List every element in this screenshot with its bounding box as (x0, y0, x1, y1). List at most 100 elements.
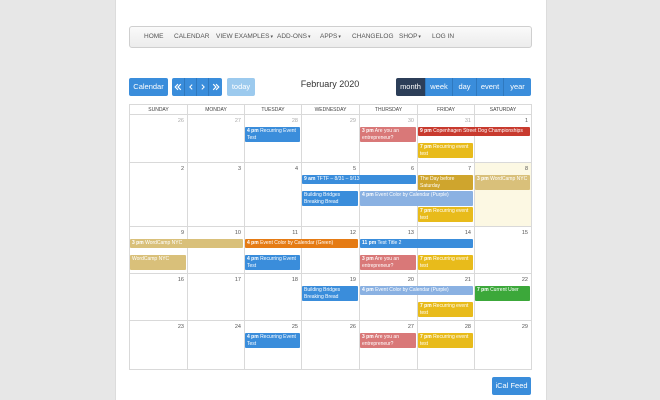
prev-month-button[interactable] (185, 78, 197, 96)
calendar-event[interactable]: 7 pm Recurring event test (418, 207, 473, 222)
day-number[interactable]: 3 (238, 166, 241, 172)
day-number[interactable]: 22 (522, 277, 528, 283)
day-number[interactable]: 19 (350, 277, 356, 283)
calendar-event[interactable]: 7 pm Recurring event test (418, 143, 473, 158)
calendar-event[interactable]: 4 pm Recurring Event Test (245, 127, 300, 142)
day-number[interactable]: 15 (522, 230, 528, 236)
calendar-event[interactable]: 3 pm Are you an entrepreneur? (360, 333, 416, 348)
day-number[interactable]: 25 (292, 324, 298, 330)
next-year-button[interactable] (209, 78, 222, 96)
today-button[interactable]: today (227, 78, 255, 96)
view-day-button[interactable]: day (453, 78, 477, 96)
day-number[interactable]: 16 (178, 277, 184, 283)
calendar-event[interactable]: 4 pm Recurring Event Test (245, 255, 300, 270)
calendar-event[interactable]: 3 pm WordCamp NYC (475, 175, 530, 190)
day-cell[interactable]: 16 (129, 273, 188, 321)
day-number[interactable]: 4 (295, 166, 298, 172)
event-time: 9 am (304, 176, 316, 182)
calendar-event[interactable]: Building Bridges Breaking Bread (302, 286, 358, 301)
day-cell[interactable]: 29 (301, 114, 360, 163)
day-number[interactable]: 8 (525, 166, 528, 172)
calendar-event[interactable]: WordCamp NYC (130, 255, 186, 270)
calendar-event[interactable]: 3 pm Are you an entrepreneur? (360, 127, 416, 142)
event-title: Test Title 2 (377, 240, 402, 246)
day-number[interactable]: 2 (181, 166, 184, 172)
day-number[interactable]: 11 (292, 230, 298, 236)
day-number[interactable]: 6 (411, 166, 414, 172)
day-cell[interactable]: 15 (474, 226, 532, 274)
view-week-button[interactable]: week (426, 78, 453, 96)
calendar-event[interactable]: 7 pm Current User (475, 286, 530, 301)
day-cell[interactable]: 23 (129, 320, 188, 370)
day-number[interactable]: 12 (350, 230, 356, 236)
calendar-event[interactable]: 7 pm Recurring event test (418, 302, 473, 317)
calendar-event[interactable]: Building Bridges Breaking Bread (302, 191, 358, 206)
day-number[interactable]: 29 (522, 324, 528, 330)
day-cell[interactable]: 2 (129, 162, 188, 227)
nav-item-view-examples[interactable]: VIEW EXAMPLES▾ (216, 27, 273, 47)
calendar-event[interactable]: 11 pm Test Title 2 (360, 239, 473, 248)
ical-feed-button[interactable]: iCal Feed (492, 377, 531, 395)
day-number[interactable]: 20 (408, 277, 414, 283)
day-cell[interactable]: 27 (187, 114, 245, 163)
day-cell[interactable]: 17 (187, 273, 245, 321)
day-number[interactable]: 13 (408, 230, 414, 236)
day-cell[interactable]: 18 (244, 273, 302, 321)
day-number[interactable]: 29 (350, 118, 356, 124)
nav-item-apps[interactable]: APPS▾ (320, 27, 341, 47)
view-year-button[interactable]: year (504, 78, 531, 96)
day-number[interactable]: 23 (178, 324, 184, 330)
day-number[interactable]: 26 (350, 324, 356, 330)
day-number[interactable]: 30 (408, 118, 414, 124)
day-number[interactable]: 5 (353, 166, 356, 172)
calendar-event[interactable]: 9 am TFTF – 8/31 – 9/13 (302, 175, 416, 184)
day-number[interactable]: 10 (235, 230, 241, 236)
calendar-event[interactable]: 4 pm Event Color by Calendar (Purple) (360, 286, 473, 295)
day-cell[interactable]: 24 (187, 320, 245, 370)
day-number[interactable]: 9 (181, 230, 184, 236)
day-cell[interactable]: 1 (474, 114, 532, 163)
day-number[interactable]: 21 (465, 277, 471, 283)
prev-year-button[interactable] (172, 78, 185, 96)
calendar-event[interactable]: 4 pm Event Color by Calendar (Purple) (360, 191, 473, 206)
day-cell[interactable]: 8 (474, 162, 532, 227)
day-number[interactable]: 7 (468, 166, 471, 172)
nav-item-home[interactable]: HOME (144, 27, 164, 47)
day-number[interactable]: 28 (465, 324, 471, 330)
calendar-event[interactable]: 4 pm Recurring Event Test (245, 333, 300, 348)
nav-item-calendar[interactable]: CALENDAR (174, 27, 209, 47)
view-event-button[interactable]: event (477, 78, 504, 96)
day-cell[interactable]: 20 (359, 273, 418, 321)
day-number[interactable]: 28 (292, 118, 298, 124)
day-cell[interactable]: 29 (474, 320, 532, 370)
day-cell[interactable]: 10 (187, 226, 245, 274)
day-cell[interactable]: 26 (129, 114, 188, 163)
calendar-event[interactable]: 3 pm Are you an entrepreneur? (360, 255, 416, 270)
day-number[interactable]: 14 (465, 230, 471, 236)
day-number[interactable]: 26 (178, 118, 184, 124)
nav-item-shop[interactable]: SHOP▾ (399, 27, 421, 47)
nav-item-add-ons[interactable]: ADD-ONS▾ (277, 27, 311, 47)
calendar-event[interactable]: 7 pm Recurring event test (418, 333, 473, 348)
day-cell[interactable]: 3 (187, 162, 245, 227)
day-number[interactable]: 1 (525, 118, 528, 124)
next-month-button[interactable] (197, 78, 209, 96)
calendar-button[interactable]: Calendar (129, 78, 168, 96)
day-cell[interactable]: 12 (301, 226, 360, 274)
calendar-event[interactable]: 4 pm Event Color by Calendar (Green) (245, 239, 358, 248)
day-number[interactable]: 27 (235, 118, 241, 124)
calendar-event[interactable]: The Day before Saturday (418, 175, 473, 190)
day-cell[interactable]: 4 (244, 162, 302, 227)
day-number[interactable]: 24 (235, 324, 241, 330)
nav-item-changelog[interactable]: CHANGELOG (352, 27, 394, 47)
day-number[interactable]: 27 (408, 324, 414, 330)
calendar-event[interactable]: 9 pm Copenhagen Street Dog Championships (418, 127, 530, 136)
view-month-button[interactable]: month (396, 78, 426, 96)
day-number[interactable]: 31 (465, 118, 471, 124)
day-number[interactable]: 18 (292, 277, 298, 283)
nav-item-log-in[interactable]: LOG IN (432, 27, 454, 47)
calendar-event[interactable]: 7 pm Recurring event test (418, 255, 473, 270)
calendar-event[interactable]: 3 pm WordCamp NYC (130, 239, 243, 248)
day-number[interactable]: 17 (235, 277, 241, 283)
day-cell[interactable]: 26 (301, 320, 360, 370)
